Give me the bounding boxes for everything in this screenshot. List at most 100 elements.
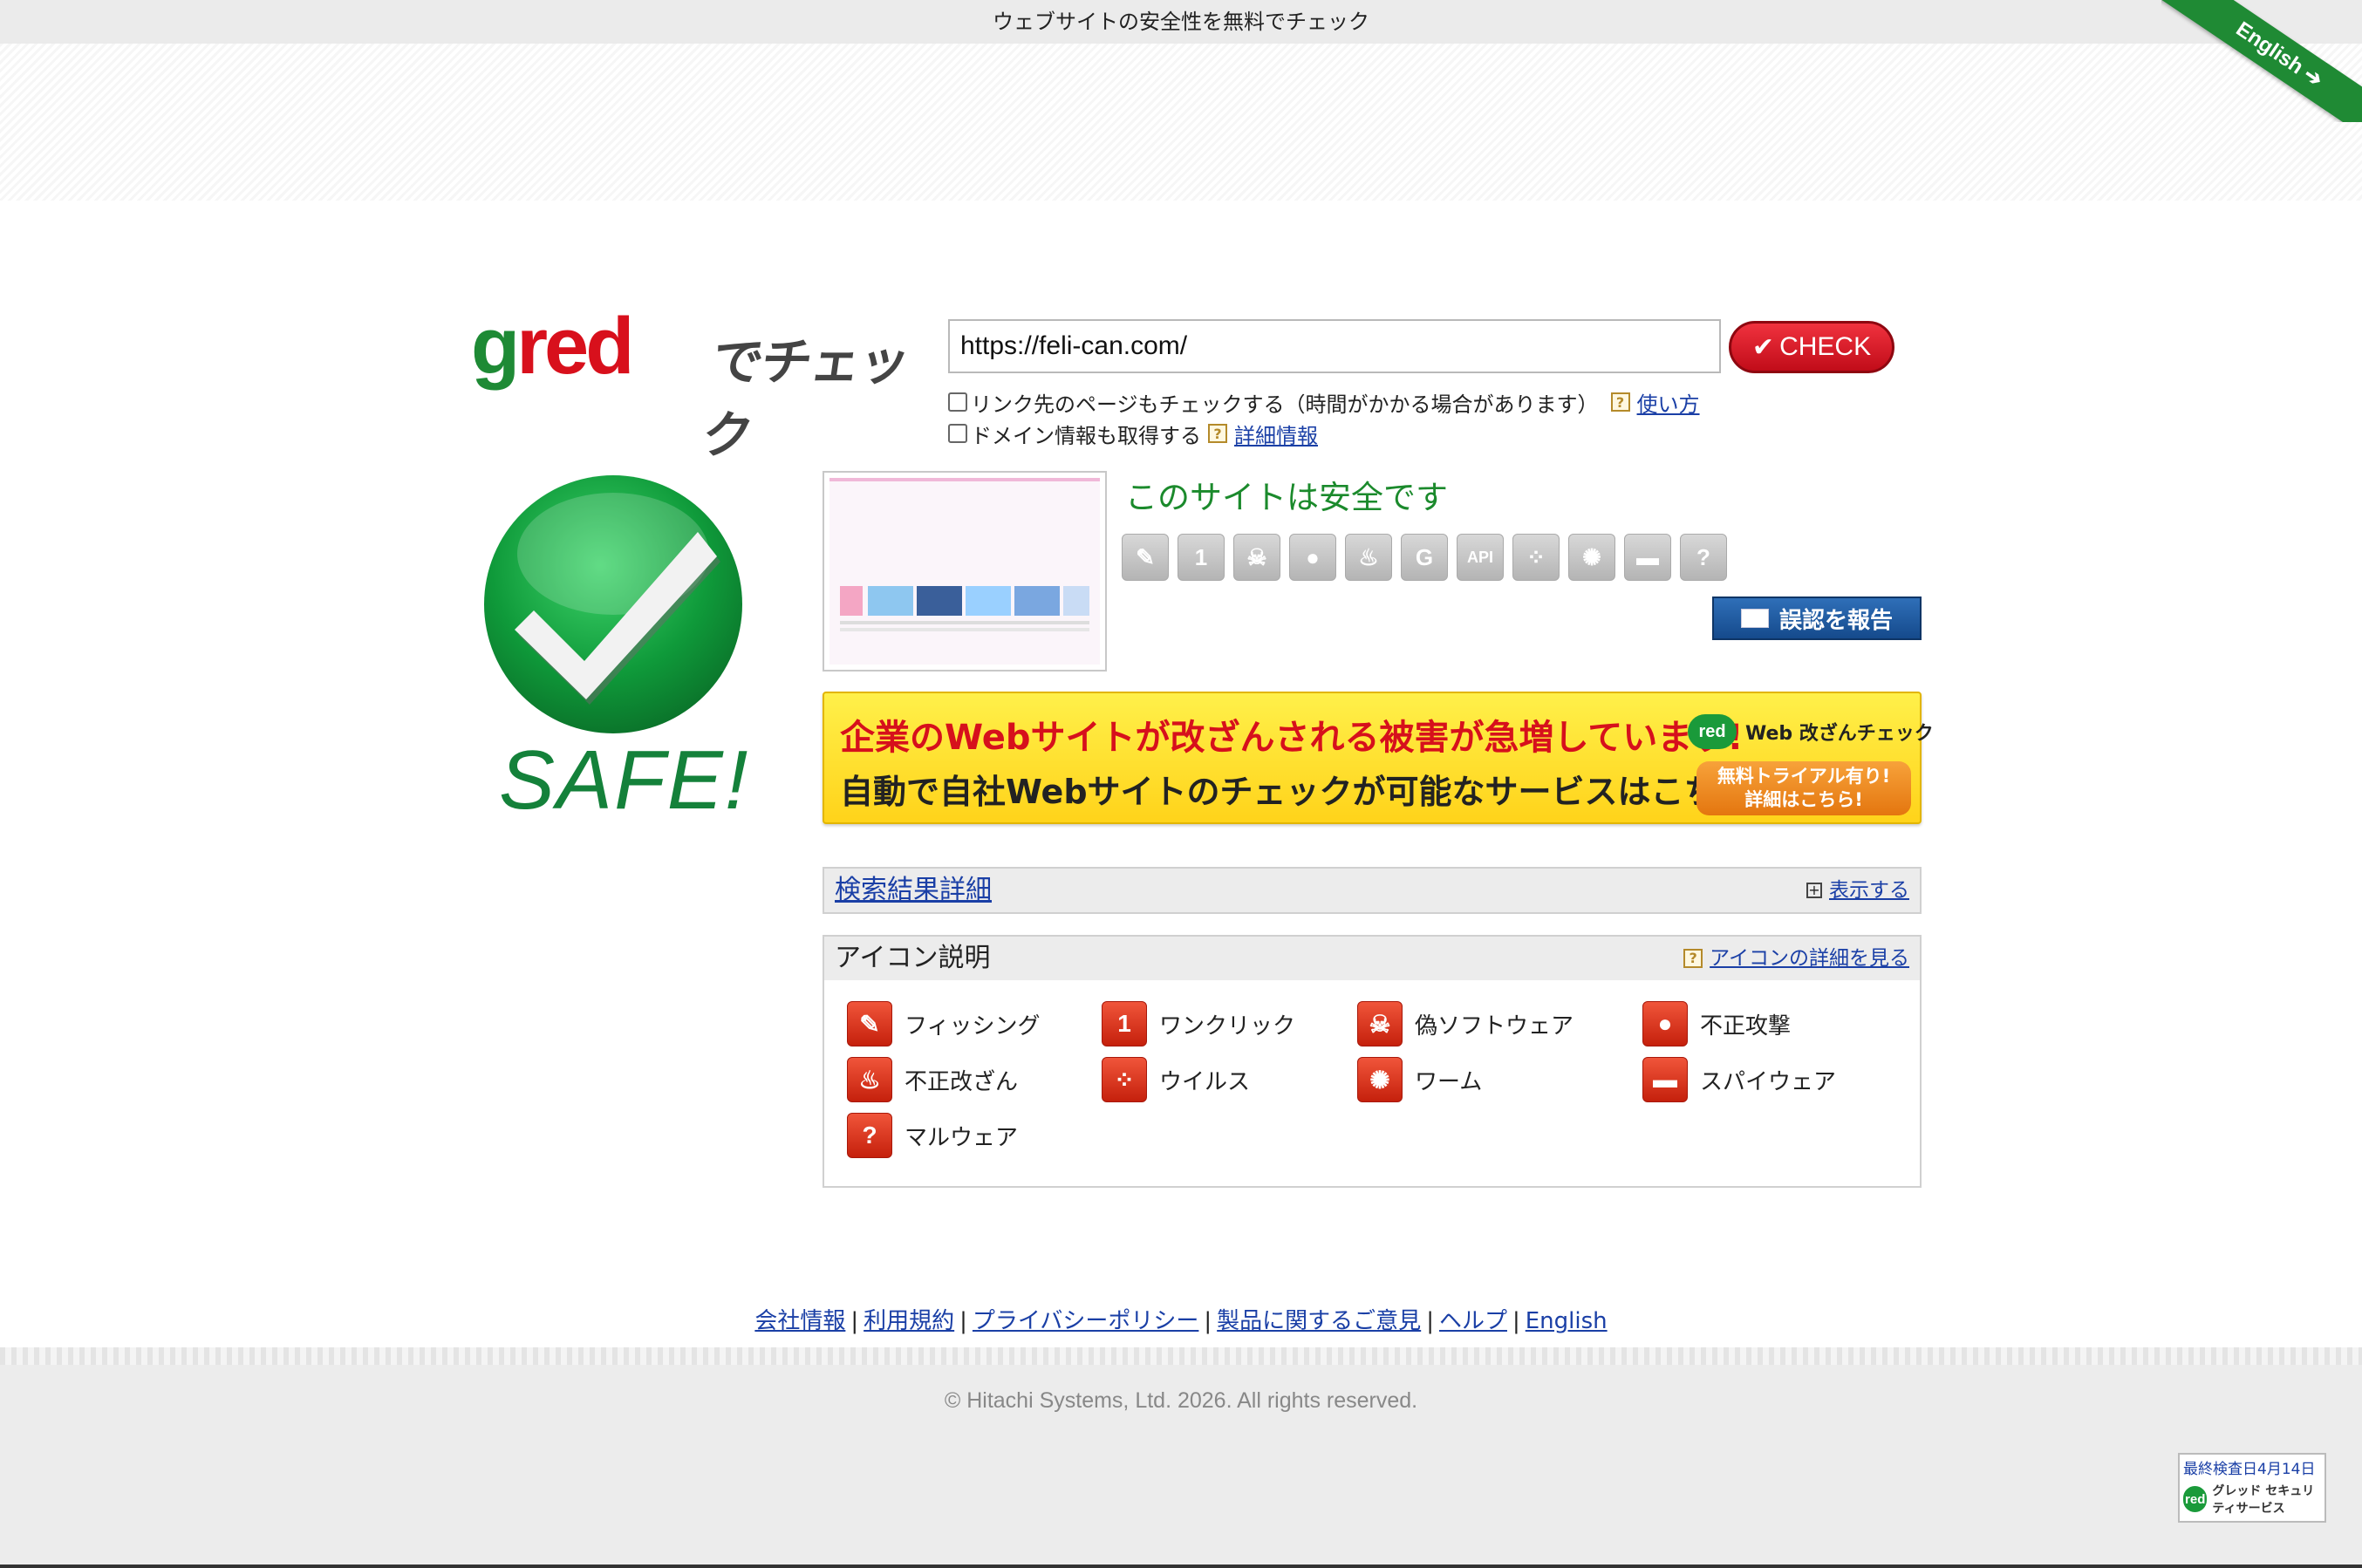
check-links-label: リンク先のページもチェックする（時間がかかる場合があります） bbox=[971, 392, 1599, 417]
legend-detail[interactable]: ? アイコンの詳細を見る bbox=[1683, 937, 1909, 980]
skull-icon: ☠ bbox=[1357, 1001, 1403, 1046]
virus-icon: ⁘ bbox=[1102, 1057, 1147, 1102]
banner-headline: 企業のWebサイトが改ざんされる被害が急増しています! bbox=[840, 718, 1744, 758]
security-seal[interactable]: 最終検査日4月14日 red グレッド セキュリティサービス bbox=[2178, 1453, 2326, 1523]
gred-g-icon: G bbox=[1401, 534, 1448, 581]
gred-logo-icon: red bbox=[2183, 1486, 2208, 1512]
seal-date: 最終検査日4月14日 bbox=[2183, 1461, 2316, 1478]
banner-subline: 自動で自社Webサイトのチェックが可能なサービスはこちら! bbox=[840, 773, 1765, 811]
malware-question-icon: ? bbox=[1680, 534, 1727, 581]
footer-separator: | bbox=[959, 1308, 967, 1334]
site-thumbnail[interactable] bbox=[823, 471, 1107, 672]
legend-item: ✺ ワーム bbox=[1357, 1057, 1482, 1102]
help-icon: ? bbox=[1208, 424, 1227, 443]
seal-brand: グレッド セキュリティサービス bbox=[2212, 1484, 2315, 1516]
spyware-gun-icon: ▬ bbox=[1624, 534, 1671, 581]
copyright: © Hitachi Systems, Ltd. 2026. All rights… bbox=[944, 1388, 1418, 1413]
result-title: このサイトは安全です bbox=[1125, 479, 1448, 516]
legend-item-label: ワンクリック bbox=[1159, 1012, 1296, 1040]
envelope-icon bbox=[1740, 609, 1769, 628]
legend-panel-body: ✎ フィッシング 1 ワンクリック ☠ 偽ソフトウェア ● 不正攻撃 ♨ 不正改ざん ⁘ ウイルス ✺ ワ… bbox=[823, 980, 1922, 1188]
seal-brand-row: red グレッド セキュリティサービス bbox=[2180, 1480, 2324, 1518]
report-label: 誤認を報告 bbox=[1778, 607, 1893, 634]
footer-link[interactable]: English bbox=[1526, 1308, 1608, 1334]
check-button-label: CHECK bbox=[1779, 332, 1872, 361]
footer-band bbox=[0, 1352, 2362, 1568]
legend-item-label: フィッシング bbox=[905, 1012, 1041, 1040]
legend-item: ☠ 偽ソフトウェア bbox=[1357, 1001, 1574, 1046]
bomb-icon: ● bbox=[1642, 1001, 1688, 1046]
check-button[interactable]: ✔ CHECK bbox=[1729, 321, 1894, 373]
virus-icon: ⁘ bbox=[1512, 534, 1560, 581]
worm-icon: ✺ bbox=[1357, 1057, 1403, 1102]
safe-label: SAFE! bbox=[499, 733, 750, 827]
legend-item-label: 不正攻撃 bbox=[1700, 1012, 1792, 1040]
details-toggle-link[interactable]: 表示する bbox=[1829, 869, 1909, 912]
legend-item: ⁘ ウイルス bbox=[1102, 1057, 1250, 1102]
option-check-links: リンク先のページもチェックする（時間がかかる場合があります） ? 使い方 bbox=[948, 387, 1700, 418]
legend-item: ✎ フィッシング bbox=[847, 1001, 1040, 1046]
gred-logo[interactable]: gred でチェック bbox=[471, 302, 925, 465]
logo-letter-d: d bbox=[585, 302, 634, 391]
report-misjudgment-button[interactable]: 誤認を報告 bbox=[1712, 597, 1922, 640]
phishing-icon: ✎ bbox=[847, 1001, 892, 1046]
legend-panel-title: アイコン説明 bbox=[835, 943, 991, 973]
option-domain-info: ドメイン情報も取得する ? 詳細情報 bbox=[948, 419, 1318, 449]
legend-item: ▬ スパイウェア bbox=[1642, 1057, 1836, 1102]
footer-links: 会社情報 | 利用規約 | プライバシーポリシー | 製品に関するご意見 | ヘルプ | Engli… bbox=[0, 1303, 2362, 1335]
check-links-checkbox[interactable] bbox=[948, 392, 967, 412]
footer-link[interactable]: 会社情報 bbox=[754, 1308, 845, 1334]
help-icon: ? bbox=[1683, 949, 1703, 968]
details-panel-header: 検索結果詳細 + 表示する bbox=[823, 867, 1922, 914]
logo-letter-g: g bbox=[471, 302, 520, 391]
phishing-icon: ✎ bbox=[1122, 534, 1169, 581]
legend-item: 1 ワンクリック bbox=[1102, 1001, 1295, 1046]
help-icon: ? bbox=[1610, 392, 1630, 412]
thumbnail-preview bbox=[829, 478, 1100, 665]
footer-separator: | bbox=[1426, 1308, 1434, 1334]
legend-item-label: 偽ソフトウェア bbox=[1415, 1012, 1574, 1040]
banner-brand-label: Web 改ざんチェック bbox=[1745, 723, 1934, 745]
gred-logo-icon: red bbox=[1688, 714, 1737, 749]
spyware-gun-icon: ▬ bbox=[1642, 1057, 1688, 1102]
threat-icons-row: ✎ 1 ☠ ● ♨ G API ⁘ ✺ ▬? bbox=[1122, 534, 1727, 581]
english-ribbon-link[interactable]: English ➔ bbox=[2161, 0, 2362, 122]
details-info-link[interactable]: 詳細情報 bbox=[1234, 419, 1318, 449]
trial-line2: 詳細はこちら! bbox=[1744, 789, 1863, 810]
legend-item-label: マルウェア bbox=[905, 1124, 1019, 1151]
url-input[interactable] bbox=[948, 319, 1721, 373]
worm-icon: ✺ bbox=[1568, 534, 1615, 581]
logo-letter-r: r bbox=[516, 302, 548, 391]
legend-item-label: ワーム bbox=[1415, 1068, 1483, 1095]
plus-box-icon: + bbox=[1806, 883, 1822, 898]
footer-edge bbox=[0, 1347, 2362, 1365]
window-bottom-edge bbox=[0, 1565, 2362, 1568]
footer-link[interactable]: プライバシーポリシー bbox=[973, 1308, 1198, 1334]
legend-detail-link[interactable]: アイコンの詳細を見る bbox=[1710, 937, 1909, 980]
safe-check-icon bbox=[484, 475, 742, 733]
usage-link[interactable]: 使い方 bbox=[1637, 387, 1700, 418]
footer-link[interactable]: ヘルプ bbox=[1439, 1308, 1507, 1334]
logo-letter-e: e bbox=[544, 302, 589, 391]
domain-info-label: ドメイン情報も取得する bbox=[971, 423, 1201, 448]
footer-link[interactable]: 利用規約 bbox=[864, 1308, 954, 1334]
logo-suffix: でチェック bbox=[698, 332, 912, 465]
legend-item-label: 不正改ざん bbox=[905, 1068, 1019, 1095]
details-panel-title[interactable]: 検索結果詳細 bbox=[835, 869, 992, 912]
english-ribbon-wrap: English ➔ bbox=[2161, 0, 2362, 122]
api-icon: API bbox=[1457, 534, 1504, 581]
footer-separator: | bbox=[1204, 1308, 1212, 1334]
fire-icon: ♨ bbox=[847, 1057, 892, 1102]
legend-item: ? マルウェア bbox=[847, 1113, 1018, 1158]
trial-button[interactable]: 無料トライアル有り! 詳細はこちら! bbox=[1696, 761, 1911, 815]
details-toggle[interactable]: + 表示する bbox=[1806, 869, 1909, 912]
banner-brand: red Web 改ざんチェック bbox=[1688, 714, 1934, 749]
footer-link[interactable]: 製品に関するご意見 bbox=[1217, 1308, 1421, 1334]
checkmark-icon: ✔ bbox=[1751, 332, 1775, 362]
legend-item-label: スパイウェア bbox=[1700, 1068, 1837, 1095]
legend-panel-header: アイコン説明 ? アイコンの詳細を見る bbox=[823, 935, 1922, 982]
promo-banner[interactable]: 企業のWebサイトが改ざんされる被害が急増しています! 自動で自社Webサイトの… bbox=[823, 692, 1934, 824]
bomb-icon: ● bbox=[1289, 534, 1336, 581]
thumbnail-graphic bbox=[840, 586, 1089, 631]
domain-info-checkbox[interactable] bbox=[948, 424, 967, 443]
